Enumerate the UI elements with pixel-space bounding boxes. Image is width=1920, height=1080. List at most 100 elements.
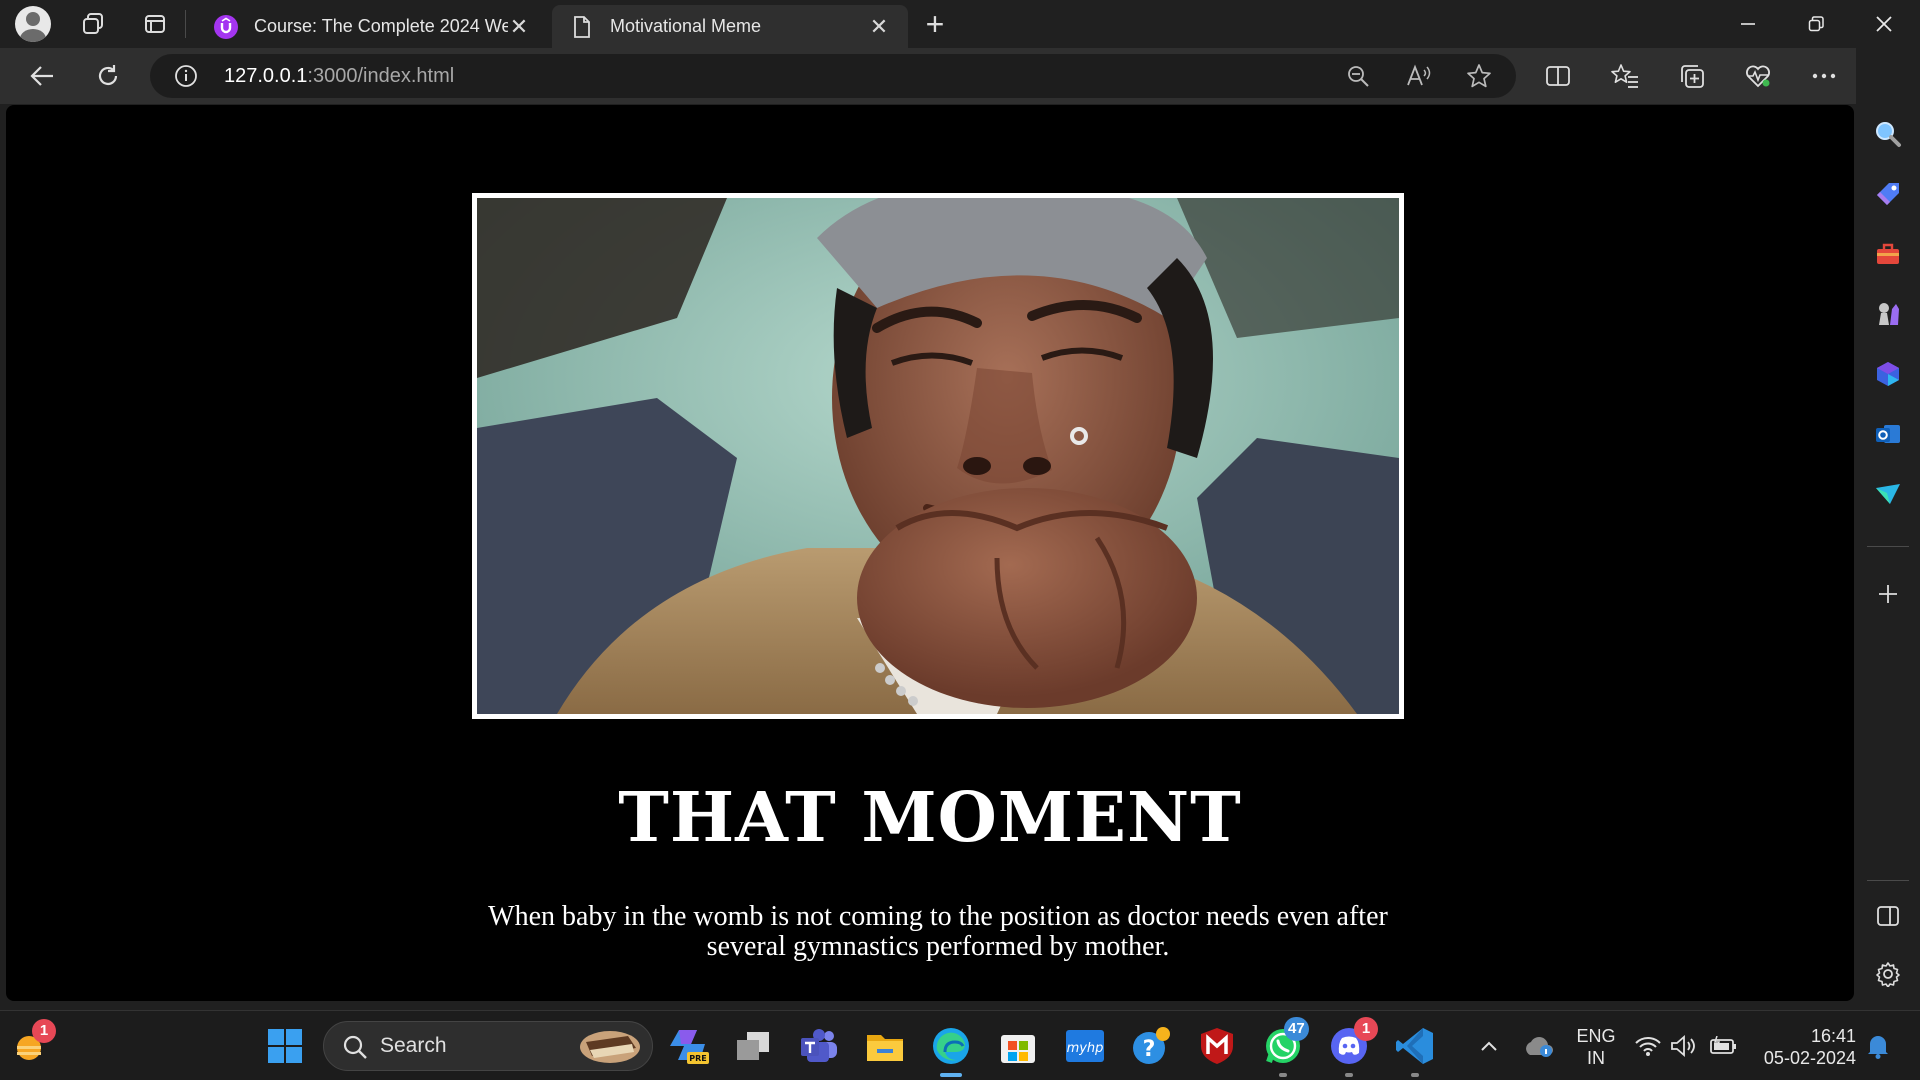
toolbox-icon <box>1877 243 1899 264</box>
minimize-icon <box>1741 23 1755 25</box>
task-view-icon <box>737 1032 769 1060</box>
weather-badge: 1 <box>32 1019 56 1043</box>
tab-title: Motivational Meme <box>610 16 762 36</box>
collections-button[interactable] <box>1672 56 1712 96</box>
sidebar-drop-button[interactable] <box>1866 472 1910 516</box>
sidebar-search-button[interactable] <box>1866 112 1910 156</box>
clock[interactable]: 16:41 05-02-2024 <box>1756 1025 1856 1069</box>
address-bar[interactable]: 127.0.0.1:3000/index.html <box>150 54 1516 98</box>
start-button[interactable] <box>262 1023 308 1069</box>
get-help-app[interactable]: ? <box>1128 1023 1174 1069</box>
wifi-tray[interactable] <box>1630 1023 1666 1069</box>
outlook-icon <box>1876 425 1900 443</box>
copilot-preview-icon: PRE <box>670 1030 709 1064</box>
task-view-app[interactable] <box>730 1023 776 1069</box>
minimize-button[interactable] <box>1714 0 1782 48</box>
hide-sidebar-button[interactable] <box>1866 894 1910 938</box>
restore-button[interactable] <box>1782 0 1850 48</box>
restore-icon <box>1808 16 1824 32</box>
search-icon <box>1876 122 1901 147</box>
search-label: Search <box>380 1034 447 1057</box>
show-hidden-icons-button[interactable] <box>1466 1023 1512 1069</box>
sidebar-copilot-button[interactable] <box>1866 352 1910 396</box>
weather-widget[interactable]: 1 <box>8 1019 56 1069</box>
tab-actions-icon <box>145 15 165 33</box>
workspaces-button[interactable] <box>73 4 113 44</box>
sidebar-settings-button[interactable] <box>1866 952 1910 996</box>
chess-games-icon <box>1879 303 1899 325</box>
page-content: THAT MOMENT When baby in the womb is not… <box>6 105 1854 1001</box>
zoom-out-icon[interactable] <box>1346 64 1370 88</box>
sidebar-add-button[interactable] <box>1866 572 1910 616</box>
bell-icon <box>1868 1036 1888 1059</box>
clock-date: 05-02-2024 <box>1763 1048 1856 1068</box>
copilot-sidebar-icon <box>1877 362 1899 386</box>
site-info-icon[interactable] <box>174 64 198 88</box>
wifi-icon <box>1635 1037 1661 1056</box>
onedrive-tray[interactable] <box>1516 1023 1562 1069</box>
gear-icon <box>1876 962 1900 987</box>
onedrive-cloud-icon <box>1526 1037 1553 1057</box>
myhp-app[interactable]: myhp <box>1062 1023 1108 1069</box>
vscode-running-indicator <box>1411 1073 1419 1077</box>
favorite-star-icon[interactable] <box>1466 63 1492 89</box>
favorites-icon <box>1611 64 1638 88</box>
notifications-button[interactable] <box>1856 1023 1900 1069</box>
tab-title: Course: The Complete 2024 Web Developmen… <box>254 16 508 36</box>
language-code: ENG <box>1576 1026 1616 1046</box>
windows-taskbar: 1 Search PRE myhp ? 47 1 ENG IN 16:41 05… <box>0 1010 1920 1080</box>
battery-charging-icon <box>1710 1036 1736 1054</box>
new-tab-button[interactable]: + <box>920 6 950 42</box>
svg-text:?: ? <box>1143 1037 1156 1062</box>
heart-pulse-icon <box>1746 65 1770 88</box>
mcafee-app[interactable] <box>1194 1023 1240 1069</box>
close-tab-icon[interactable]: ✕ <box>868 14 890 40</box>
language-indicator[interactable]: ENG IN <box>1572 1025 1620 1069</box>
microsoft-store-app[interactable] <box>995 1023 1041 1069</box>
store-icon <box>1001 1035 1035 1063</box>
battery-tray[interactable] <box>1706 1023 1742 1069</box>
tab-motivational-meme[interactable]: Motivational Meme ✕ <box>552 5 908 48</box>
refresh-button[interactable] <box>88 56 128 96</box>
browser-essentials-button[interactable] <box>1738 56 1778 96</box>
sidebar-games-button[interactable] <box>1866 292 1910 336</box>
volume-tray[interactable] <box>1666 1023 1702 1069</box>
svg-text:myhp: myhp <box>1067 1041 1104 1056</box>
whatsapp-badge: 47 <box>1284 1017 1309 1041</box>
close-window-button[interactable] <box>1850 0 1918 48</box>
region-code: IN <box>1587 1048 1605 1068</box>
edge-icon <box>933 1028 969 1064</box>
sidebar-shopping-button[interactable] <box>1866 172 1910 216</box>
clock-time: 16:41 <box>1810 1026 1856 1046</box>
vscode-icon <box>1396 1028 1433 1064</box>
vscode-app[interactable] <box>1392 1023 1438 1069</box>
discord-running-indicator <box>1345 1073 1353 1077</box>
meme-image <box>472 193 1404 719</box>
url-text[interactable]: 127.0.0.1:3000/index.html <box>224 54 454 98</box>
myhp-icon: myhp <box>1066 1030 1104 1062</box>
windows-start-icon <box>268 1029 302 1063</box>
split-screen-button[interactable] <box>1538 56 1578 96</box>
read-aloud-icon[interactable] <box>1406 64 1432 88</box>
settings-more-button[interactable] <box>1804 56 1844 96</box>
whatsapp-app[interactable]: 47 <box>1260 1017 1309 1069</box>
profile-button[interactable] <box>13 4 53 44</box>
copilot-preview-app[interactable]: PRE <box>666 1023 712 1069</box>
sidebar-tools-button[interactable] <box>1866 232 1910 276</box>
edge-app[interactable] <box>928 1023 974 1069</box>
meme-headline: THAT MOMENT <box>618 778 1242 858</box>
taskbar-search-box[interactable]: Search <box>323 1021 653 1071</box>
tab-course[interactable]: Course: The Complete 2024 Web Developmen… <box>196 5 548 48</box>
folder-icon <box>867 1035 903 1061</box>
close-icon <box>1876 16 1892 32</box>
teams-app[interactable] <box>796 1023 842 1069</box>
favorites-button[interactable] <box>1605 56 1645 96</box>
sidebar-outlook-button[interactable] <box>1866 412 1910 456</box>
back-button[interactable] <box>22 56 62 96</box>
chevron-up-icon <box>1481 1041 1497 1051</box>
file-explorer-app[interactable] <box>862 1023 908 1069</box>
close-tab-icon[interactable]: ✕ <box>508 14 530 40</box>
meme-caption: When baby in the womb is not coming to t… <box>488 901 1388 962</box>
discord-app[interactable]: 1 <box>1326 1017 1378 1069</box>
tab-actions-button[interactable] <box>135 4 175 44</box>
